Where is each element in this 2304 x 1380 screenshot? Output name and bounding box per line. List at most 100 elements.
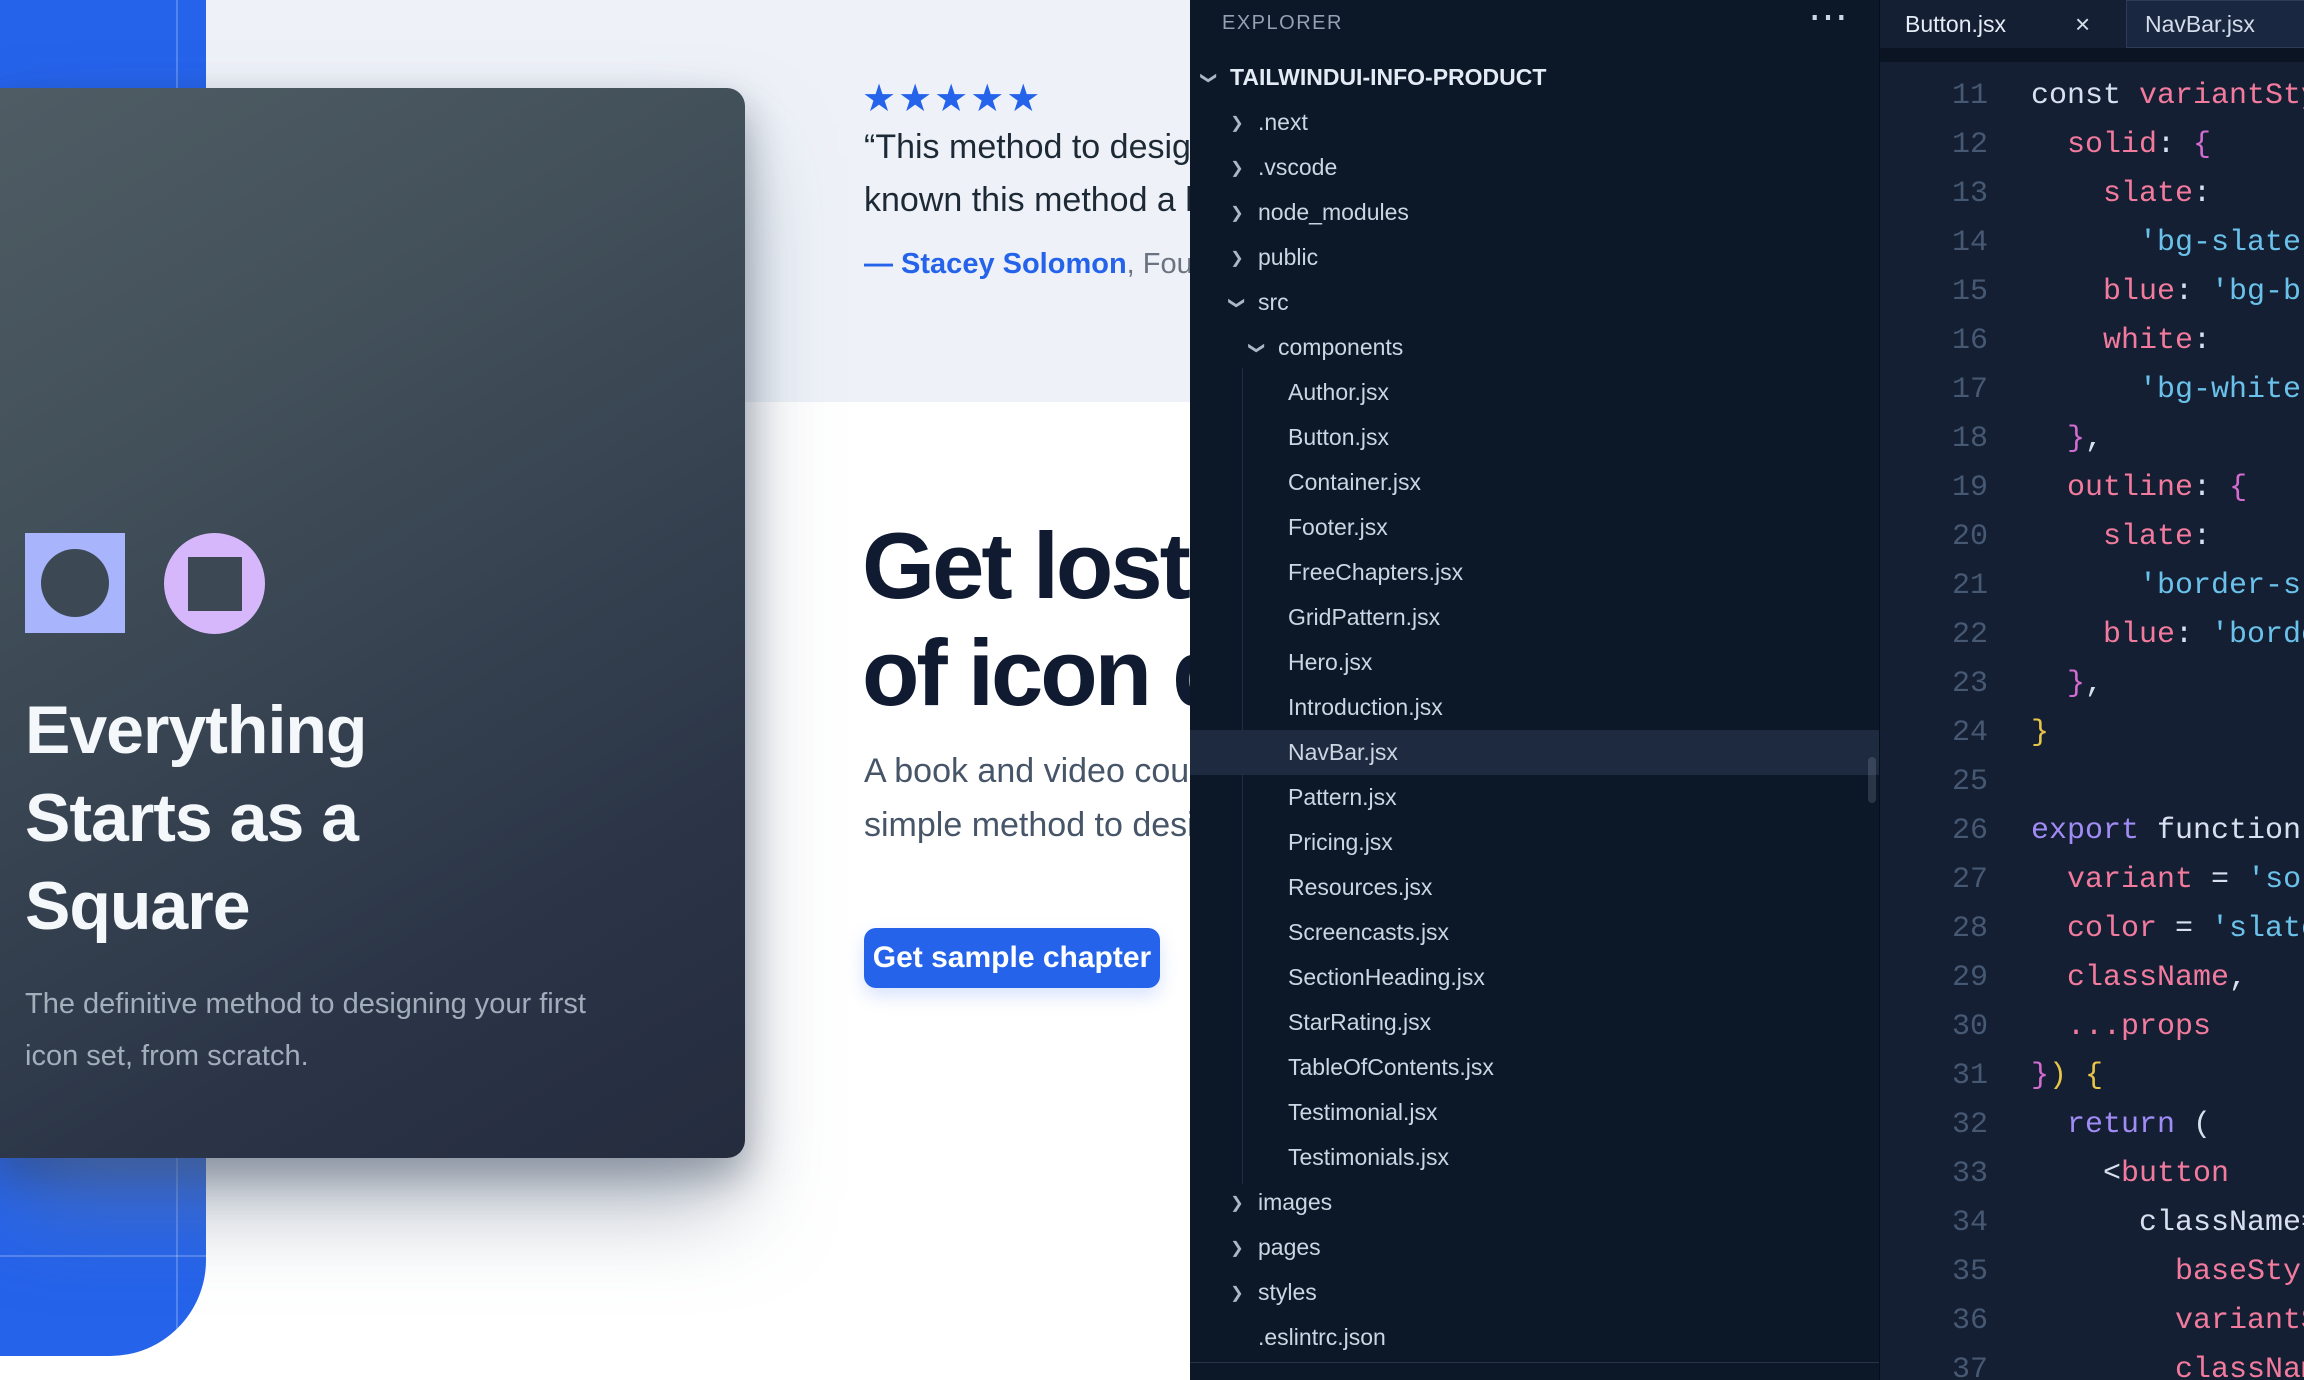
circle-cutout [41, 549, 109, 617]
code-text: return ( [2031, 1101, 2211, 1150]
code-text: }) { [2031, 1052, 2103, 1101]
tree-item-label: Testimonials.jsx [1288, 1144, 1449, 1171]
tree-item-sectionheading-jsx[interactable]: SectionHeading.jsx [1190, 955, 1879, 1000]
tree-item-label: components [1278, 334, 1403, 361]
tree-item-components[interactable]: ❯ components [1190, 325, 1879, 370]
tree-item-hero-jsx[interactable]: Hero.jsx [1190, 640, 1879, 685]
hero-paragraph-line-2: simple method to designing your [864, 806, 1190, 845]
book-title-line: Everything [25, 686, 366, 774]
code-line: 22 blue: 'border-blue-600 text-blue-600'… [1880, 611, 2304, 660]
code-text: blue: 'border-blue-600 text-blue-600', [2031, 611, 2304, 660]
tree-item-label: StarRating.jsx [1288, 1009, 1431, 1036]
testimonial-quote-line-2: known this method a lot sooner [864, 181, 1190, 220]
tree-item-author-jsx[interactable]: Author.jsx [1190, 370, 1879, 415]
vscode-editor[interactable]: Button.jsx × NavBar.jsx 11const variantS… [1879, 0, 2304, 1380]
tree-item-node-modules[interactable]: ❯node_modules [1190, 190, 1879, 235]
file-tree: ❯TAILWINDUI-INFO-PRODUCT❯.next❯.vscode❯n… [1190, 55, 1879, 1360]
code-line: 34 className={clsx( [1880, 1199, 2304, 1248]
hero-paragraph-line-1: A book and video course that te [864, 752, 1190, 791]
tree-item--next[interactable]: ❯.next [1190, 100, 1879, 145]
close-icon[interactable]: × [2075, 7, 2090, 41]
tree-item-testimonials-jsx[interactable]: Testimonials.jsx [1190, 1135, 1879, 1180]
tree-item-label: TableOfContents.jsx [1288, 1054, 1494, 1081]
tree-item-introduction-jsx[interactable]: Introduction.jsx [1190, 685, 1879, 730]
code-line: 25 [1880, 758, 2304, 807]
line-number: 25 [1880, 758, 1988, 807]
tree-item-button-jsx[interactable]: Button.jsx [1190, 415, 1879, 460]
chevron-right-icon: ❯ [1224, 158, 1250, 178]
testimonial-author: — Stacey Solomon [864, 248, 1127, 280]
tree-item-testimonial-jsx[interactable]: Testimonial.jsx [1190, 1090, 1879, 1135]
code-line: 14 'bg-slate-900 text-white hover:bg-sla… [1880, 219, 2304, 268]
tree-item-navbar-jsx[interactable]: NavBar.jsx [1190, 730, 1879, 775]
code-text: white: [2031, 317, 2211, 366]
tree-item-tailwindui-info-product[interactable]: ❯ TAILWINDUI-INFO-PRODUCT [1190, 55, 1879, 100]
circle-with-square-cutout-icon [164, 533, 265, 634]
tree-item-label: .next [1258, 109, 1308, 136]
tree-item-label: Introduction.jsx [1288, 694, 1443, 721]
tree-item-gridpattern-jsx[interactable]: GridPattern.jsx [1190, 595, 1879, 640]
code-text: variant = 'solid', [2031, 856, 2304, 905]
tree-item-container-jsx[interactable]: Container.jsx [1190, 460, 1879, 505]
code-area[interactable]: 11const variantStyles = {12 solid: {13 s… [1880, 72, 2304, 1380]
code-text: 'border-slate-200 text-slate-900', [2031, 562, 2304, 611]
line-number: 21 [1880, 562, 1988, 611]
get-sample-chapter-button[interactable]: Get sample chapter [864, 928, 1160, 988]
code-line: 26export function Button({ [1880, 807, 2304, 856]
chevron-right-icon: ❯ [1224, 1193, 1250, 1213]
chevron-down-icon: ❯ [1247, 335, 1267, 361]
chevron-right-icon: ❯ [1224, 1283, 1250, 1303]
tree-item-styles[interactable]: ❯ styles [1190, 1270, 1879, 1315]
tree-item-label: TAILWINDUI-INFO-PRODUCT [1230, 64, 1546, 91]
tree-item-tableofcontents-jsx[interactable]: TableOfContents.jsx [1190, 1045, 1879, 1090]
tab-label: NavBar.jsx [2145, 11, 2255, 38]
line-number: 34 [1880, 1199, 1988, 1248]
tree-item-footer-jsx[interactable]: Footer.jsx [1190, 505, 1879, 550]
code-line: 36 variantStyles[ [1880, 1297, 2304, 1346]
book-title: Everything Starts as a Square [25, 686, 366, 950]
line-number: 29 [1880, 954, 1988, 1003]
tree-item-src[interactable]: ❯ src [1190, 280, 1879, 325]
tree-item-starrating-jsx[interactable]: StarRating.jsx [1190, 1000, 1879, 1045]
line-number: 19 [1880, 464, 1988, 513]
tree-item-freechapters-jsx[interactable]: FreeChapters.jsx [1190, 550, 1879, 595]
code-line: 11const variantStyles = { [1880, 72, 2304, 121]
tree-item-resources-jsx[interactable]: Resources.jsx [1190, 865, 1879, 910]
tree-item-images[interactable]: ❯images [1190, 1180, 1879, 1225]
code-text: }, [2031, 660, 2103, 709]
tree-item-pages[interactable]: ❯pages [1190, 1225, 1879, 1270]
screenshot-root: Everything Starts as a Square The defini… [0, 0, 2304, 1380]
tree-item-pattern-jsx[interactable]: Pattern.jsx [1190, 775, 1879, 820]
book-subtitle-line: The definitive method to designing your … [25, 978, 586, 1030]
tree-item--eslintrc-json[interactable]: .eslintrc.json [1190, 1315, 1879, 1360]
outline-section-header[interactable]: ❯ OUTLINE [1190, 1366, 1879, 1380]
tree-item-public[interactable]: ❯public [1190, 235, 1879, 280]
tree-item-pricing-jsx[interactable]: Pricing.jsx [1190, 820, 1879, 865]
code-line: 20 slate: [1880, 513, 2304, 562]
line-number: 32 [1880, 1101, 1988, 1150]
line-number: 28 [1880, 905, 1988, 954]
tree-item-label: src [1258, 289, 1289, 316]
line-number: 13 [1880, 170, 1988, 219]
explorer-more-actions-icon[interactable]: ⋯ [1808, 0, 1850, 40]
tree-item--vscode[interactable]: ❯.vscode [1190, 145, 1879, 190]
tree-item-label: .eslintrc.json [1258, 1324, 1386, 1351]
line-number: 36 [1880, 1297, 1988, 1346]
code-line: 17 'bg-white text-slate-900 hover:bg-whi… [1880, 366, 2304, 415]
tab-button-jsx[interactable]: Button.jsx × [1880, 0, 2126, 48]
testimonial-author-role: , Founder at [1127, 248, 1190, 280]
tree-item-label: styles [1258, 1279, 1317, 1306]
code-text: 'bg-slate-900 text-white hover:bg-slate-… [2031, 219, 2304, 268]
explorer-scrollbar-thumb[interactable] [1868, 757, 1876, 803]
tree-item-label: SectionHeading.jsx [1288, 964, 1485, 991]
line-number: 16 [1880, 317, 1988, 366]
book-subtitle-line: icon set, from scratch. [25, 1030, 586, 1082]
tree-item-screencasts-jsx[interactable]: Screencasts.jsx [1190, 910, 1879, 955]
code-text: color = 'slate', [2031, 905, 2304, 954]
chevron-down-icon: ❯ [1199, 65, 1219, 91]
code-line: 29 className, [1880, 954, 2304, 1003]
code-text: className, [2031, 954, 2247, 1003]
tab-navbar-jsx[interactable]: NavBar.jsx [2126, 0, 2304, 48]
chevron-down-icon: ❯ [1227, 290, 1247, 316]
code-line: 12 solid: { [1880, 121, 2304, 170]
